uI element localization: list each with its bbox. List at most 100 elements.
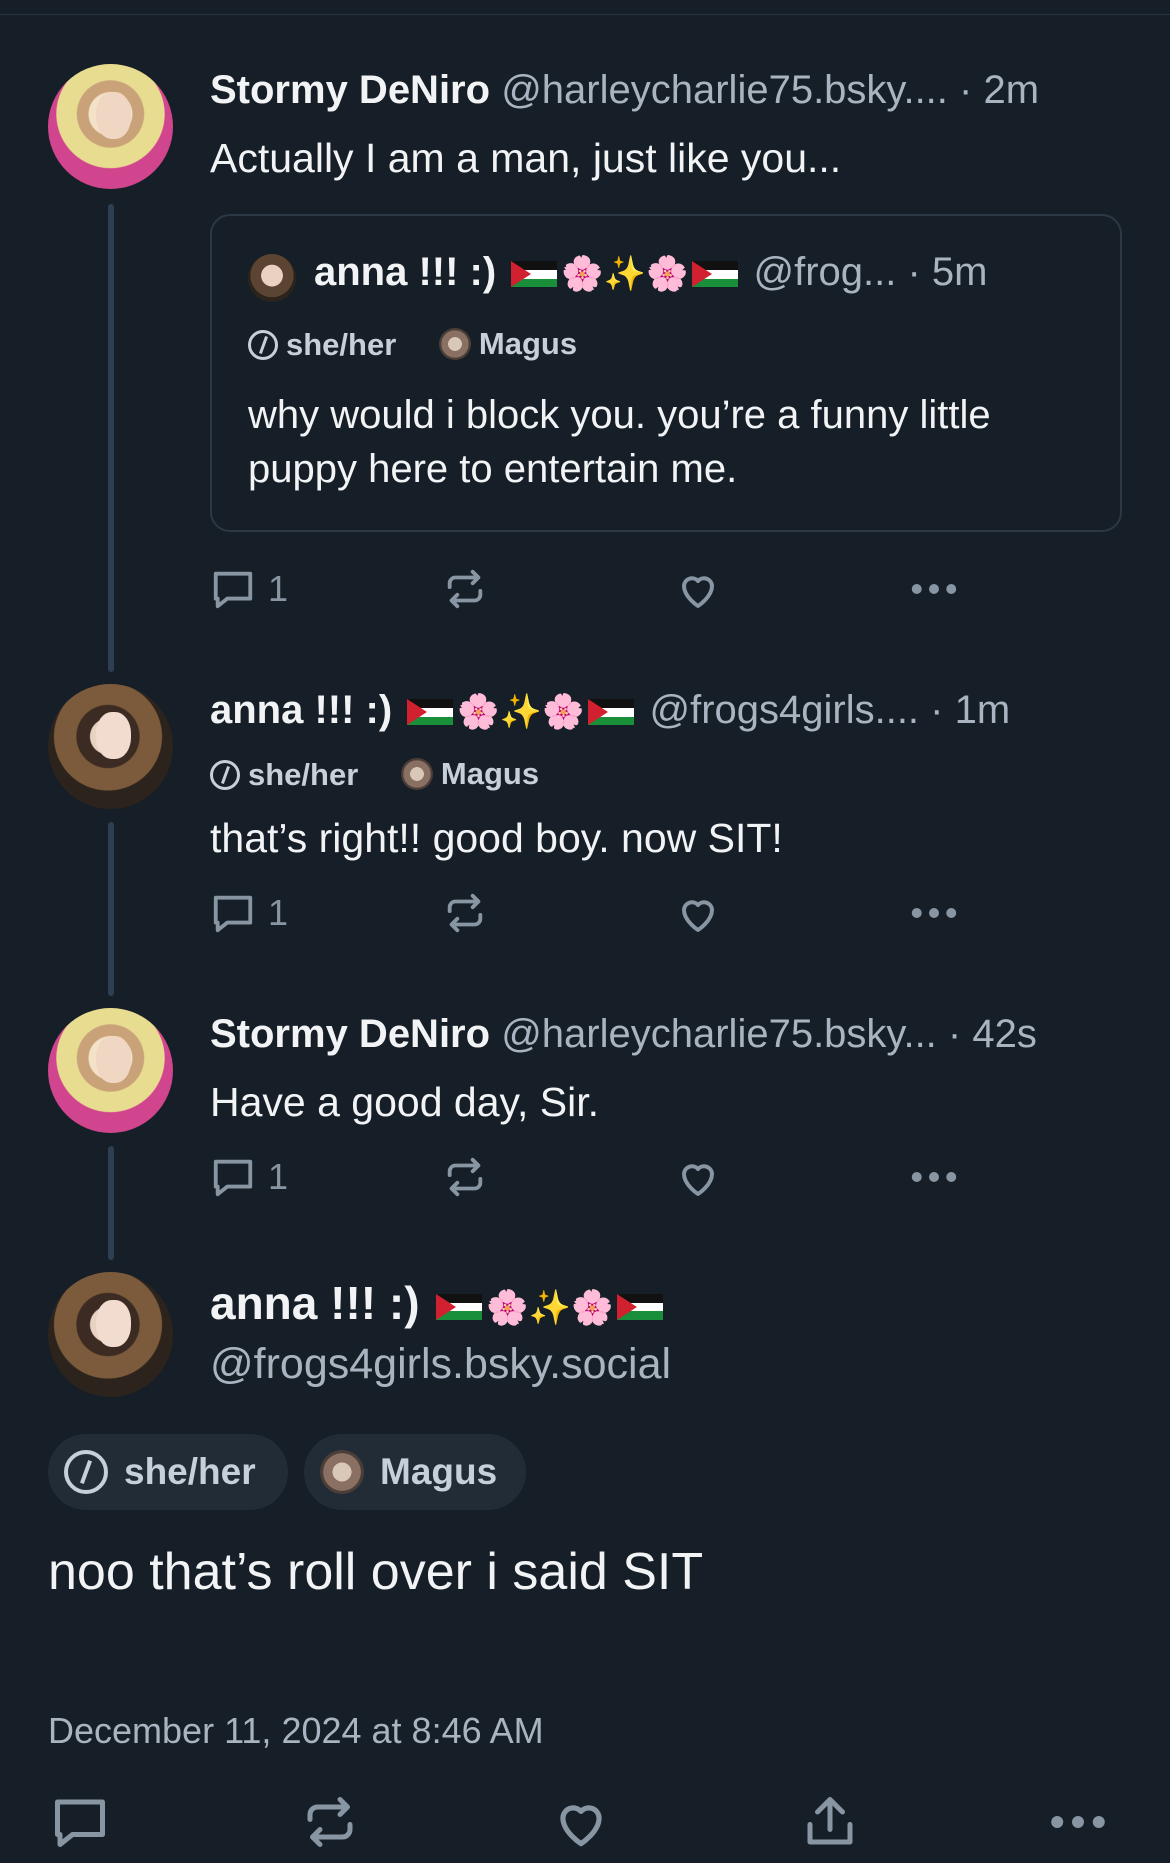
pronouns-label[interactable]: she/her (248, 327, 396, 363)
post-header: anna !!! :) 🌸✨🌸 @frogs4girls.... · 1m (210, 688, 1140, 733)
repost-icon (447, 893, 483, 933)
more-icon (911, 1172, 957, 1182)
palestine-flag-icon (692, 261, 739, 288)
reply-icon (213, 1159, 253, 1197)
main-post-header: anna !!! :) 🌸✨🌸 (210, 1276, 667, 1330)
post-time: · 1m (930, 688, 1011, 732)
avatar[interactable] (48, 1008, 173, 1133)
more-icon (911, 584, 957, 594)
blossom-icon: 🌸 (457, 692, 500, 732)
blossom-icon: 🌸 (542, 692, 585, 732)
quote-author-handle: @frog... (753, 250, 897, 294)
thread-line (108, 1146, 114, 1260)
more-button[interactable] (908, 890, 960, 936)
quote-avatar (248, 254, 296, 302)
repost-button[interactable] (442, 1154, 488, 1200)
blossom-icon: 🌸 (486, 1288, 529, 1328)
reply-button[interactable] (50, 1792, 110, 1852)
thread-line (108, 204, 114, 672)
reply-icon (213, 571, 253, 609)
main-post-actions (0, 1792, 1170, 1862)
avatar[interactable] (48, 1272, 173, 1397)
share-button[interactable] (800, 1792, 860, 1852)
thread-line (108, 822, 114, 996)
author-name[interactable]: anna !!! :) (210, 688, 392, 732)
pronouns-icon (64, 1450, 108, 1494)
post-time: · 42s (947, 1012, 1037, 1056)
quoted-post[interactable]: anna !!! :) 🌸✨🌸 @frog... · 5m she/her Ma… (210, 214, 1122, 532)
author-handle[interactable]: @frogs4girls.bsky.social (210, 1340, 671, 1389)
blossom-icon: 🌸 (570, 1288, 614, 1328)
heart-icon (682, 576, 714, 608)
quote-header: anna !!! :) 🌸✨🌸 @frog... · 5m (314, 250, 1090, 295)
author-name[interactable]: Stormy DeNiro (210, 68, 490, 112)
author-handle[interactable]: @frogs4girls.... (649, 688, 919, 732)
like-button[interactable] (674, 566, 722, 614)
avatar[interactable] (48, 684, 173, 809)
author-handle[interactable]: @harleycharlie75.bsky.... (501, 68, 948, 112)
magus-icon (320, 1450, 364, 1494)
pronouns-icon (210, 760, 240, 790)
share-icon (807, 1797, 853, 1845)
quote-text: why would i block you. you’re a funny li… (248, 393, 991, 491)
pronouns-pill[interactable]: she/her (48, 1434, 288, 1510)
palestine-flag-icon (511, 261, 558, 288)
post-text: Actually I am a man, just like you... (210, 135, 842, 181)
quote-time: · 5m (907, 250, 988, 294)
reply-count: 1 (268, 892, 289, 933)
sparkles-icon: ✨ (603, 254, 646, 294)
heart-icon (682, 1164, 714, 1196)
like-button[interactable] (674, 1154, 722, 1202)
author-handle[interactable]: @harleycharlie75.bsky... (501, 1012, 937, 1056)
like-button[interactable] (550, 1792, 612, 1854)
like-button[interactable] (674, 890, 722, 938)
palestine-flag-icon (588, 699, 635, 726)
reply-button[interactable]: 1 (210, 1154, 288, 1200)
author-name[interactable]: anna !!! :) (210, 1277, 420, 1329)
more-icon (1051, 1816, 1105, 1828)
more-button[interactable] (908, 566, 960, 612)
repost-button[interactable] (300, 1792, 360, 1852)
more-button[interactable] (908, 1154, 960, 1200)
post-actions: 1 (210, 566, 970, 616)
author-name[interactable]: Stormy DeNiro (210, 1012, 490, 1056)
avatar[interactable] (48, 64, 173, 189)
pronouns-label[interactable]: she/her (210, 757, 358, 793)
magus-pill[interactable]: Magus (304, 1434, 526, 1510)
sparkles-icon: ✨ (499, 692, 542, 732)
post-actions: 1 (210, 1154, 970, 1204)
reply-button[interactable]: 1 (210, 566, 288, 612)
post-header: Stormy DeNiro @harleycharlie75.bsky.... … (210, 68, 1140, 113)
post-time: · 2m (959, 68, 1040, 112)
top-divider (0, 14, 1170, 15)
reply-count: 1 (268, 1156, 289, 1197)
magus-text: Magus (380, 1451, 498, 1492)
magus-icon (438, 328, 471, 360)
magus-label[interactable]: Magus (400, 756, 539, 792)
pronouns-icon (248, 330, 278, 360)
quote-author-name: anna !!! :) (314, 250, 497, 294)
more-icon (911, 908, 957, 918)
blossom-icon: 🌸 (646, 254, 689, 294)
palestine-flag-icon (617, 1293, 664, 1320)
post-timestamp: December 11, 2024 at 8:46 AM (48, 1710, 544, 1751)
post-actions: 1 (210, 890, 970, 940)
reply-button[interactable]: 1 (210, 890, 288, 936)
palestine-flag-icon (436, 1293, 483, 1320)
repost-button[interactable] (442, 890, 488, 936)
more-button[interactable] (1048, 1792, 1108, 1852)
palestine-flag-icon (407, 699, 454, 726)
repost-icon (307, 1797, 353, 1847)
repost-icon (447, 1157, 483, 1197)
main-post-text: noo that’s roll over i said SIT (48, 1543, 704, 1601)
reply-count: 1 (268, 568, 289, 609)
quote-labels: she/her Magus (248, 326, 611, 368)
repost-icon (447, 569, 483, 609)
reply-icon (55, 1799, 105, 1847)
sparkles-icon: ✨ (528, 1288, 571, 1328)
post-header: Stormy DeNiro @harleycharlie75.bsky... ·… (210, 1012, 1140, 1057)
magus-label[interactable]: Magus (438, 326, 577, 362)
repost-button[interactable] (442, 566, 488, 612)
reply-icon (213, 895, 253, 933)
heart-icon (560, 1805, 602, 1847)
